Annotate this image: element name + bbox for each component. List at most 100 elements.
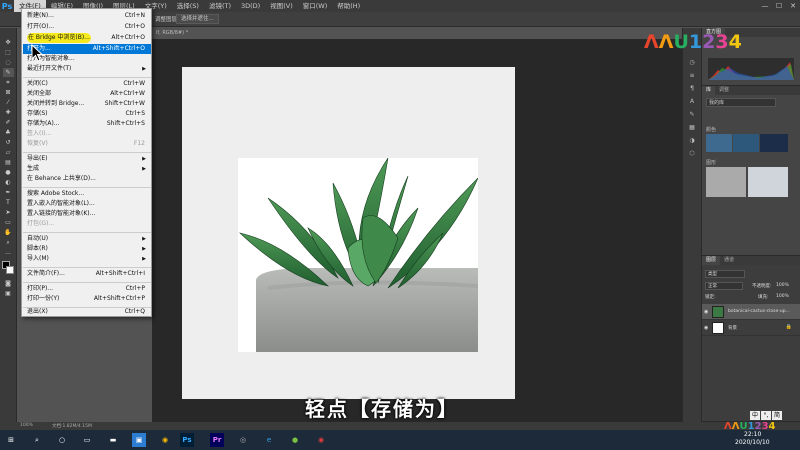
quick-mask-icon[interactable]: ◙: [3, 279, 14, 288]
history-icon[interactable]: ◷: [687, 58, 697, 67]
file-explorer-icon[interactable]: ▬: [106, 433, 120, 447]
layer-row[interactable]: ◉ botanical-cactus-close-up...: [702, 304, 800, 320]
search-icon[interactable]: ⌕: [30, 433, 44, 447]
file-menu-item[interactable]: 打开(O)... Ctrl+O: [23, 22, 151, 32]
blur-tool-icon[interactable]: ●: [3, 168, 14, 177]
library-select[interactable]: 我的库: [706, 98, 776, 107]
minimize-button[interactable]: —: [758, 0, 772, 12]
file-menu-item[interactable]: 退出(X) Ctrl+Q: [23, 307, 151, 317]
move-tool-icon[interactable]: ✥: [3, 38, 14, 47]
task-view-icon[interactable]: ▭: [80, 433, 94, 447]
edge-icon[interactable]: e: [262, 433, 276, 447]
maximize-button[interactable]: ☐: [772, 0, 786, 12]
gradient-tool-icon[interactable]: ▤: [3, 158, 14, 167]
premiere-taskbar-icon[interactable]: Pr: [210, 433, 224, 447]
type-tool-icon[interactable]: T: [3, 198, 14, 207]
library-color-swatch-1[interactable]: [706, 134, 732, 152]
marquee-tool-icon[interactable]: ⬚: [3, 48, 14, 57]
menu-filter[interactable]: 滤镜(T): [204, 0, 236, 12]
windows-start-icon[interactable]: ⊞: [4, 433, 18, 447]
history-brush-icon[interactable]: ↺: [3, 138, 14, 147]
pen-tool-icon[interactable]: ✒: [3, 188, 14, 197]
file-menu-item[interactable]: 恢复(V) F12: [23, 139, 151, 149]
file-menu-item[interactable]: 关闭(C) Ctrl+W: [23, 79, 151, 89]
file-menu-item[interactable]: 在 Behance 上共享(D)...: [23, 174, 151, 184]
properties-icon[interactable]: ≡: [687, 71, 697, 80]
eye-icon[interactable]: ◉: [704, 325, 708, 331]
file-menu-item[interactable]: 打印一份(Y) Alt+Shift+Ctrl+P: [23, 294, 151, 304]
file-menu-item[interactable]: 生成 ▶: [23, 164, 151, 174]
recorder-icon[interactable]: ◉: [314, 433, 328, 447]
ime-punct[interactable]: °,: [761, 411, 771, 420]
file-menu-item[interactable]: 导入(M) ▶: [23, 254, 151, 264]
opacity-value[interactable]: 100%: [776, 283, 789, 288]
lasso-tool-icon[interactable]: ◌: [3, 58, 14, 67]
zoom-tool-icon[interactable]: ⌕: [3, 238, 14, 247]
green-app-icon[interactable]: ●: [288, 433, 302, 447]
library-color-swatch-3[interactable]: [760, 134, 788, 152]
photoshop-taskbar-icon[interactable]: Ps: [180, 433, 194, 447]
adjustments-icon[interactable]: ◑: [687, 136, 697, 145]
circle-app-icon[interactable]: ◎: [236, 433, 250, 447]
eraser-tool-icon[interactable]: ▱: [3, 148, 14, 157]
character-icon[interactable]: A: [687, 97, 697, 106]
file-menu-item[interactable]: 在 Bridge 中浏览(B)... Alt+Ctrl+O: [23, 33, 151, 43]
library-color-swatch-2[interactable]: [733, 134, 759, 152]
menu-select[interactable]: 选择(S): [172, 0, 204, 12]
paragraph-icon[interactable]: ¶: [687, 84, 697, 93]
menu-view[interactable]: 视图(V): [265, 0, 298, 12]
hand-tool-icon[interactable]: ✋: [3, 228, 14, 237]
file-menu-item[interactable]: 置入嵌入的智能对象(L)...: [23, 199, 151, 209]
tab-adjustments[interactable]: 调整: [715, 86, 733, 95]
file-menu-item[interactable]: 新建(N)... Ctrl+N: [23, 11, 151, 21]
select-and-mask-button[interactable]: 选择并遮住...: [176, 14, 219, 24]
fill-value[interactable]: 100%: [776, 294, 789, 299]
photos-app-icon[interactable]: ▣: [132, 433, 146, 447]
file-menu-item[interactable]: 脚本(R) ▶: [23, 244, 151, 254]
background-color[interactable]: [5, 266, 14, 274]
ime-chinese[interactable]: 中: [750, 411, 760, 420]
dodge-tool-icon[interactable]: ◐: [3, 178, 14, 187]
file-menu-item[interactable]: 打包(G)...: [23, 219, 151, 229]
file-menu-item[interactable]: 文件简介(F)... Alt+Shift+Ctrl+I: [23, 269, 151, 279]
frame-tool-icon[interactable]: ⊠: [3, 88, 14, 97]
healing-tool-icon[interactable]: ✚: [3, 108, 14, 117]
cortana-icon[interactable]: ○: [55, 433, 69, 447]
library-graphic-2[interactable]: [748, 167, 788, 197]
chrome-icon[interactable]: ◉: [158, 433, 172, 447]
layer-row[interactable]: ◉ 背景 🔒: [702, 320, 800, 336]
close-button[interactable]: ✕: [786, 0, 800, 12]
brush-tool-icon[interactable]: ✐: [3, 118, 14, 127]
stamp-tool-icon[interactable]: ♣: [3, 128, 14, 137]
menu-window[interactable]: 窗口(W): [298, 0, 333, 12]
shape-tool-icon[interactable]: ▭: [3, 218, 14, 227]
menu-help[interactable]: 帮助(H): [332, 0, 365, 12]
tab-channels[interactable]: 通道: [720, 256, 738, 265]
path-select-tool-icon[interactable]: ➤: [3, 208, 14, 217]
screen-mode-icon[interactable]: ▣: [3, 289, 14, 298]
file-menu-item[interactable]: 关闭全部 Alt+Ctrl+W: [23, 89, 151, 99]
file-menu-item[interactable]: 存储(S) Ctrl+S: [23, 109, 151, 119]
file-menu-item[interactable]: 关闭并转到 Bridge... Shift+Ctrl+W: [23, 99, 151, 109]
ime-simplified[interactable]: 简: [772, 411, 782, 420]
file-menu-item[interactable]: 搜索 Adobe Stock...: [23, 189, 151, 199]
tab-layers[interactable]: 图层: [702, 256, 721, 265]
file-menu-item[interactable]: 置入链接的智能对象(K)...: [23, 209, 151, 219]
file-menu-item[interactable]: 导出(E) ▶: [23, 154, 151, 164]
menu-3d[interactable]: 3D(D): [236, 0, 265, 12]
swatches-icon[interactable]: ▦: [687, 123, 697, 132]
brush-settings-icon[interactable]: ✎: [687, 110, 697, 119]
color-swatches[interactable]: [1, 261, 15, 275]
file-menu-item[interactable]: 自动(U) ▶: [23, 234, 151, 244]
blend-mode-select[interactable]: 正常: [705, 282, 743, 290]
eyedropper-tool-icon[interactable]: ⁄: [3, 98, 14, 107]
cube-icon[interactable]: ⬡: [687, 149, 697, 158]
quick-select-tool-icon[interactable]: ✎: [2, 68, 14, 77]
layer-kind-filter[interactable]: 类型: [705, 270, 745, 278]
library-graphic-1[interactable]: [706, 167, 746, 197]
crop-tool-icon[interactable]: ⌗: [3, 78, 14, 87]
zoom-level[interactable]: 100%: [20, 423, 33, 428]
file-menu-item[interactable]: 存储为(A)... Shift+Ctrl+S: [23, 119, 151, 129]
eye-icon[interactable]: ◉: [704, 309, 708, 315]
file-menu-item[interactable]: 打印(P)... Ctrl+P: [23, 284, 151, 294]
